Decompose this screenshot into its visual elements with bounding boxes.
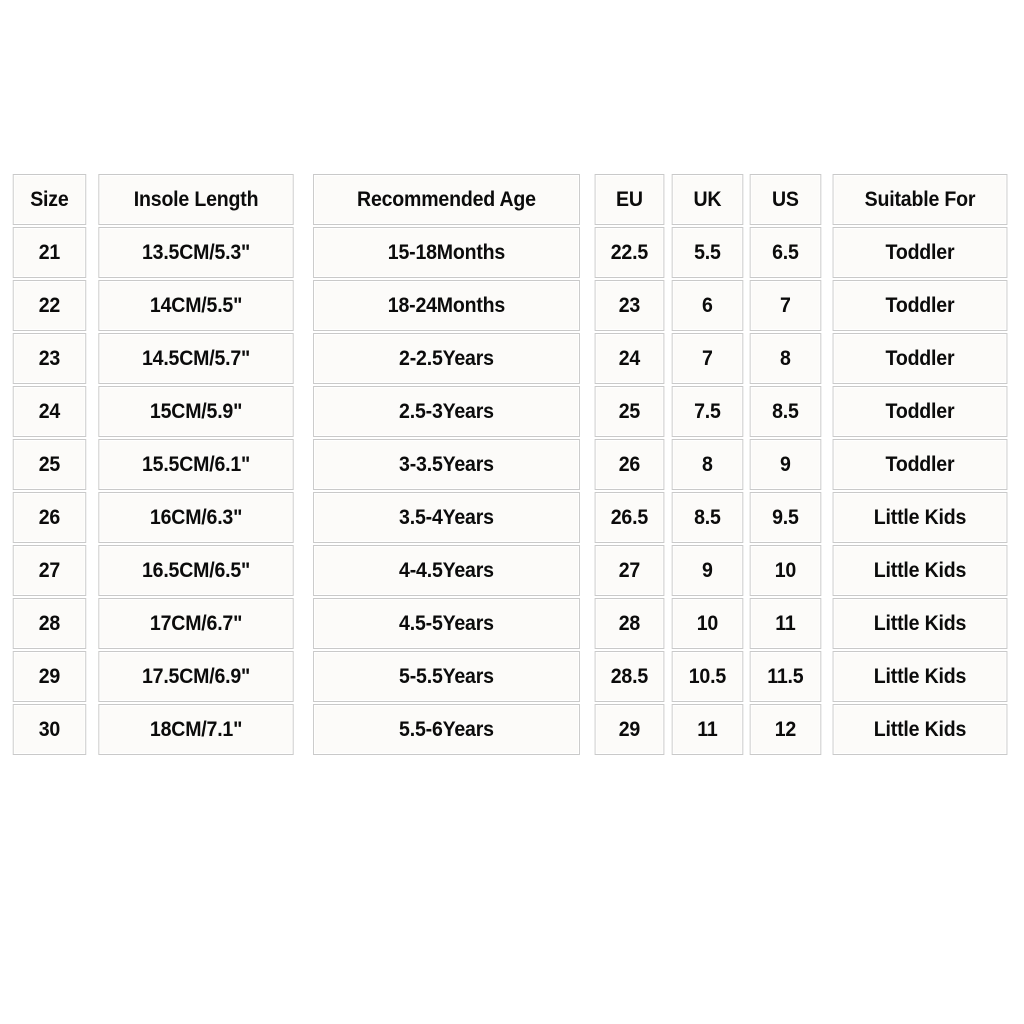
cell-size: 26 xyxy=(12,492,87,543)
column-header-size: Size xyxy=(12,174,87,225)
cell-age: 5.5-6Years xyxy=(312,704,580,755)
cell-suitable: Little Kids xyxy=(832,492,1008,543)
table-row: 28 17CM/6.7" 4.5-5Years 28 10 11 Little … xyxy=(10,598,1014,649)
cell-suitable: Little Kids xyxy=(832,651,1008,702)
cell-suitable: Little Kids xyxy=(832,598,1008,649)
cell-age: 3-3.5Years xyxy=(312,439,580,490)
cell-size: 29 xyxy=(12,651,87,702)
cell-us: 8 xyxy=(749,333,822,384)
cell-uk: 8.5 xyxy=(671,492,743,543)
cell-age: 2-2.5Years xyxy=(312,333,580,384)
cell-eu: 22.5 xyxy=(594,227,664,278)
table-row: 30 18CM/7.1" 5.5-6Years 29 11 12 Little … xyxy=(10,704,1014,755)
cell-insole: 14CM/5.5" xyxy=(98,280,294,331)
cell-insole: 15CM/5.9" xyxy=(98,386,294,437)
table-row: 22 14CM/5.5" 18-24Months 23 6 7 Toddler xyxy=(10,280,1014,331)
cell-us: 7 xyxy=(749,280,822,331)
cell-insole: 15.5CM/6.1" xyxy=(98,439,294,490)
cell-age: 4-4.5Years xyxy=(312,545,580,596)
cell-us: 10 xyxy=(749,545,822,596)
cell-age: 3.5-4Years xyxy=(312,492,580,543)
cell-uk: 9 xyxy=(671,545,743,596)
cell-age: 15-18Months xyxy=(312,227,580,278)
cell-insole: 18CM/7.1" xyxy=(98,704,294,755)
cell-insole: 13.5CM/5.3" xyxy=(98,227,294,278)
cell-us: 9.5 xyxy=(749,492,822,543)
table-row: 21 13.5CM/5.3" 15-18Months 22.5 5.5 6.5 … xyxy=(10,227,1014,278)
cell-insole: 14.5CM/5.7" xyxy=(98,333,294,384)
table-row: 24 15CM/5.9" 2.5-3Years 25 7.5 8.5 Toddl… xyxy=(10,386,1014,437)
cell-us: 12 xyxy=(749,704,822,755)
cell-suitable: Little Kids xyxy=(832,545,1008,596)
table-header: Size Insole Length Recommended Age EU UK… xyxy=(10,174,1014,225)
cell-uk: 5.5 xyxy=(671,227,743,278)
cell-eu: 23 xyxy=(594,280,664,331)
cell-age: 4.5-5Years xyxy=(312,598,580,649)
table-row: 26 16CM/6.3" 3.5-4Years 26.5 8.5 9.5 Lit… xyxy=(10,492,1014,543)
size-chart-table: Size Insole Length Recommended Age EU UK… xyxy=(8,172,1016,757)
cell-insole: 16CM/6.3" xyxy=(98,492,294,543)
cell-uk: 7.5 xyxy=(671,386,743,437)
table-row: 27 16.5CM/6.5" 4-4.5Years 27 9 10 Little… xyxy=(10,545,1014,596)
cell-age: 5-5.5Years xyxy=(312,651,580,702)
cell-age: 2.5-3Years xyxy=(312,386,580,437)
cell-suitable: Toddler xyxy=(832,386,1008,437)
cell-eu: 29 xyxy=(594,704,664,755)
cell-size: 30 xyxy=(12,704,87,755)
cell-insole: 17CM/6.7" xyxy=(98,598,294,649)
cell-insole: 16.5CM/6.5" xyxy=(98,545,294,596)
table-row: 25 15.5CM/6.1" 3-3.5Years 26 8 9 Toddler xyxy=(10,439,1014,490)
table-body: 21 13.5CM/5.3" 15-18Months 22.5 5.5 6.5 … xyxy=(10,227,1014,755)
cell-suitable: Toddler xyxy=(832,439,1008,490)
column-header-eu: EU xyxy=(594,174,664,225)
cell-suitable: Little Kids xyxy=(832,704,1008,755)
cell-size: 23 xyxy=(12,333,87,384)
cell-us: 8.5 xyxy=(749,386,822,437)
cell-suitable: Toddler xyxy=(832,227,1008,278)
column-header-recommended-age: Recommended Age xyxy=(312,174,580,225)
cell-insole: 17.5CM/6.9" xyxy=(98,651,294,702)
table-row: 23 14.5CM/5.7" 2-2.5Years 24 7 8 Toddler xyxy=(10,333,1014,384)
cell-size: 24 xyxy=(12,386,87,437)
size-chart-container: Size Insole Length Recommended Age EU UK… xyxy=(8,172,1016,757)
cell-eu: 27 xyxy=(594,545,664,596)
cell-uk: 10.5 xyxy=(671,651,743,702)
cell-uk: 6 xyxy=(671,280,743,331)
column-header-suitable-for: Suitable For xyxy=(832,174,1008,225)
cell-eu: 28 xyxy=(594,598,664,649)
cell-uk: 7 xyxy=(671,333,743,384)
cell-size: 25 xyxy=(12,439,87,490)
cell-size: 21 xyxy=(12,227,87,278)
cell-eu: 25 xyxy=(594,386,664,437)
cell-us: 11 xyxy=(749,598,822,649)
cell-uk: 10 xyxy=(671,598,743,649)
column-header-us: US xyxy=(749,174,822,225)
cell-suitable: Toddler xyxy=(832,333,1008,384)
header-row: Size Insole Length Recommended Age EU UK… xyxy=(10,174,1014,225)
cell-uk: 11 xyxy=(671,704,743,755)
cell-size: 27 xyxy=(12,545,87,596)
cell-suitable: Toddler xyxy=(832,280,1008,331)
cell-eu: 26.5 xyxy=(594,492,664,543)
cell-age: 18-24Months xyxy=(312,280,580,331)
cell-eu: 26 xyxy=(594,439,664,490)
cell-eu: 28.5 xyxy=(594,651,664,702)
cell-eu: 24 xyxy=(594,333,664,384)
cell-size: 22 xyxy=(12,280,87,331)
cell-us: 9 xyxy=(749,439,822,490)
cell-uk: 8 xyxy=(671,439,743,490)
column-header-insole-length: Insole Length xyxy=(98,174,294,225)
table-row: 29 17.5CM/6.9" 5-5.5Years 28.5 10.5 11.5… xyxy=(10,651,1014,702)
column-header-uk: UK xyxy=(671,174,743,225)
page-root: Size Insole Length Recommended Age EU UK… xyxy=(0,0,1024,1024)
cell-us: 6.5 xyxy=(749,227,822,278)
cell-size: 28 xyxy=(12,598,87,649)
cell-us: 11.5 xyxy=(749,651,822,702)
